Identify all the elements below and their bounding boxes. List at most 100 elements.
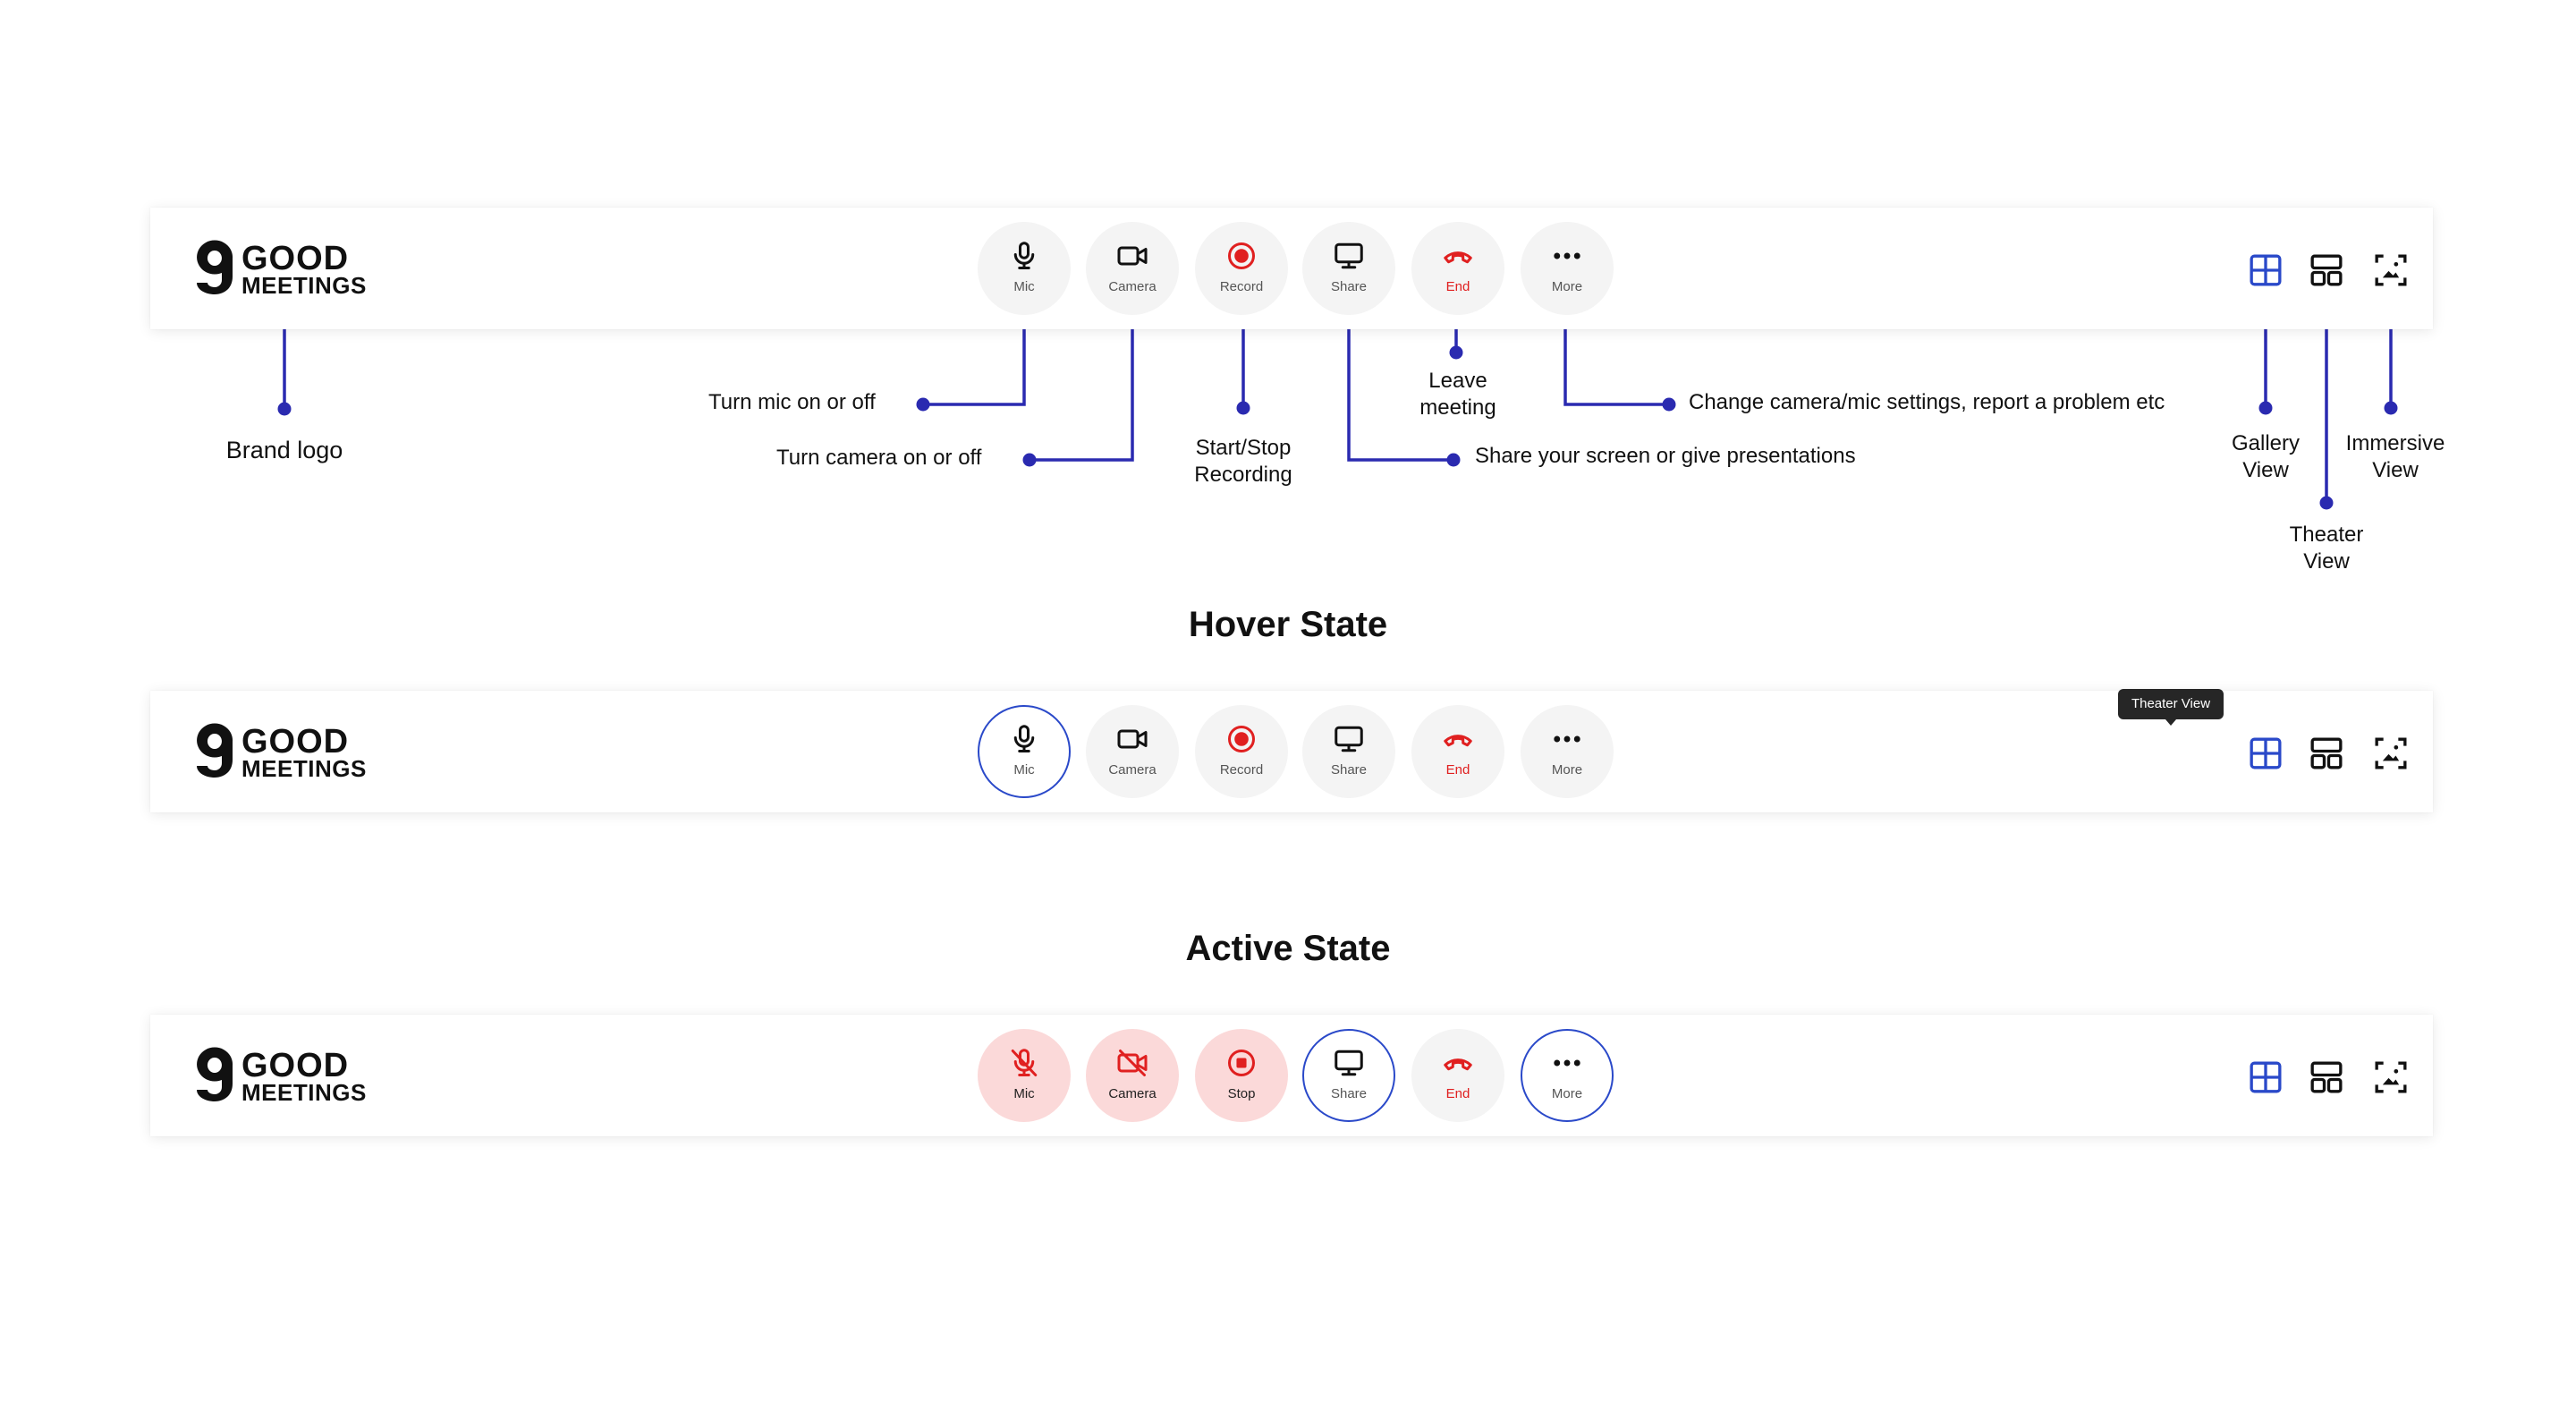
end-button[interactable]: End xyxy=(1411,222,1504,315)
annotation-gallery: Gallery View xyxy=(2212,430,2319,484)
share-button[interactable]: Share xyxy=(1302,1029,1395,1122)
brand-name-line1: GOOD xyxy=(242,240,350,277)
video-camera-icon xyxy=(1116,240,1148,272)
dot-more xyxy=(1662,397,1676,412)
annotation-theater: Theater View xyxy=(2273,522,2380,575)
g-logo-icon xyxy=(193,1045,236,1102)
more-dots-icon xyxy=(1551,240,1583,272)
share-button[interactable]: Share xyxy=(1302,705,1395,798)
annotation-record-line1: Start/Stop xyxy=(1195,436,1292,460)
phone-hangup-icon xyxy=(1442,1047,1474,1079)
gallery-view-button[interactable] xyxy=(2248,1059,2284,1095)
mic-button[interactable]: Mic xyxy=(978,1029,1071,1122)
camera-label: Camera xyxy=(1108,1086,1157,1101)
annotation-record: Start/Stop Recording xyxy=(1154,435,1333,489)
toolbar-active: GOOD MEETINGS Mic Camera Stop Share End … xyxy=(150,1015,2433,1136)
dot-share xyxy=(1446,453,1461,467)
end-label: End xyxy=(1445,762,1470,778)
connector-camera xyxy=(1030,308,1134,462)
end-label: End xyxy=(1445,1086,1470,1101)
theater-view-button[interactable] xyxy=(2309,735,2344,771)
brand-logo[interactable]: GOOD MEETINGS xyxy=(193,238,366,301)
monitor-icon xyxy=(1333,1047,1365,1079)
theater-view-button[interactable] xyxy=(2309,1059,2344,1095)
dot-end xyxy=(1449,345,1463,360)
brand-name-line2: MEETINGS xyxy=(242,1079,367,1106)
toolbar-hover: GOOD MEETINGS Mic Camera Record Share En… xyxy=(150,691,2433,812)
more-button[interactable]: More xyxy=(1521,705,1614,798)
brand-name-line1: GOOD xyxy=(242,723,350,761)
phone-hangup-icon xyxy=(1442,723,1474,755)
annotation-end-line2: meeting xyxy=(1419,395,1496,420)
camera-button[interactable]: Camera xyxy=(1086,705,1179,798)
annotation-end: Leave meeting xyxy=(1368,368,1547,421)
monitor-icon xyxy=(1333,240,1365,272)
annotation-record-line2: Recording xyxy=(1194,463,1292,487)
annotation-share: Share your screen or give presentations xyxy=(1475,444,1856,468)
record-icon xyxy=(1225,240,1258,272)
share-button[interactable]: Share xyxy=(1302,222,1395,315)
camera-button[interactable]: Camera xyxy=(1086,1029,1179,1122)
dot-theater xyxy=(2319,496,2334,510)
g-logo-icon xyxy=(193,721,236,778)
dot-mic xyxy=(916,397,930,412)
annotation-immersive-line1: Immersive xyxy=(2345,431,2445,455)
annotation-gallery-line2: View xyxy=(2242,458,2289,482)
record-button[interactable]: Record xyxy=(1195,222,1288,315)
record-icon xyxy=(1225,723,1258,755)
record-button[interactable]: Record xyxy=(1195,705,1288,798)
more-dots-icon xyxy=(1551,1047,1583,1079)
annotation-theater-line1: Theater xyxy=(2289,523,2364,547)
camera-button[interactable]: Camera xyxy=(1086,222,1179,315)
hover-state-title: Hover State xyxy=(1188,605,1388,644)
brand-name-line1: GOOD xyxy=(242,1047,350,1084)
dot-record xyxy=(1236,401,1250,415)
monitor-icon xyxy=(1333,723,1365,755)
gallery-view-button[interactable] xyxy=(2248,735,2284,771)
stop-button[interactable]: Stop xyxy=(1195,1029,1288,1122)
camera-label: Camera xyxy=(1108,279,1157,294)
theater-view-icon xyxy=(2309,1059,2344,1095)
video-camera-icon xyxy=(1116,723,1148,755)
theater-view-icon xyxy=(2309,252,2344,288)
mic-button[interactable]: Mic xyxy=(978,705,1071,798)
more-button[interactable]: More xyxy=(1521,1029,1614,1122)
share-label: Share xyxy=(1330,762,1368,778)
annotation-brand-logo: Brand logo xyxy=(225,437,343,463)
immersive-view-icon xyxy=(2373,1059,2409,1095)
more-label: More xyxy=(1551,279,1583,294)
more-label: More xyxy=(1551,1086,1583,1101)
end-button[interactable]: End xyxy=(1411,1029,1504,1122)
immersive-view-button[interactable] xyxy=(2373,252,2409,288)
annotation-gallery-line1: Gallery xyxy=(2231,431,2301,455)
stop-record-icon xyxy=(1225,1047,1258,1079)
share-label: Share xyxy=(1330,279,1368,294)
theater-view-tooltip: Theater View xyxy=(2118,689,2224,726)
microphone-off-icon xyxy=(1008,1047,1040,1079)
immersive-view-button[interactable] xyxy=(2373,1059,2409,1095)
more-button[interactable]: More xyxy=(1521,222,1614,315)
record-label: Record xyxy=(1219,279,1264,294)
more-dots-icon xyxy=(1551,723,1583,755)
more-label: More xyxy=(1551,762,1583,778)
microphone-icon xyxy=(1008,723,1040,755)
brand-logo[interactable]: GOOD MEETINGS xyxy=(193,1045,366,1108)
camera-label: Camera xyxy=(1108,762,1157,778)
toolbar-default: GOOD MEETINGS Mic Camera Record Share En… xyxy=(150,208,2433,329)
gallery-view-icon xyxy=(2248,735,2284,771)
gallery-view-icon xyxy=(2248,252,2284,288)
annotation-theater-line2: View xyxy=(2303,549,2350,574)
stop-label: Stop xyxy=(1227,1086,1256,1101)
annotation-camera: Turn camera on or off xyxy=(776,446,982,470)
brand-logo[interactable]: GOOD MEETINGS xyxy=(193,721,366,784)
annotation-immersive-line2: View xyxy=(2372,458,2419,482)
mic-button[interactable]: Mic xyxy=(978,222,1071,315)
microphone-icon xyxy=(1008,240,1040,272)
record-label: Record xyxy=(1219,762,1264,778)
gallery-view-button[interactable] xyxy=(2248,252,2284,288)
g-logo-icon xyxy=(193,238,236,295)
end-button[interactable]: End xyxy=(1411,705,1504,798)
immersive-view-button[interactable] xyxy=(2373,735,2409,771)
theater-view-button[interactable] xyxy=(2309,252,2344,288)
mic-label: Mic xyxy=(1013,762,1035,778)
